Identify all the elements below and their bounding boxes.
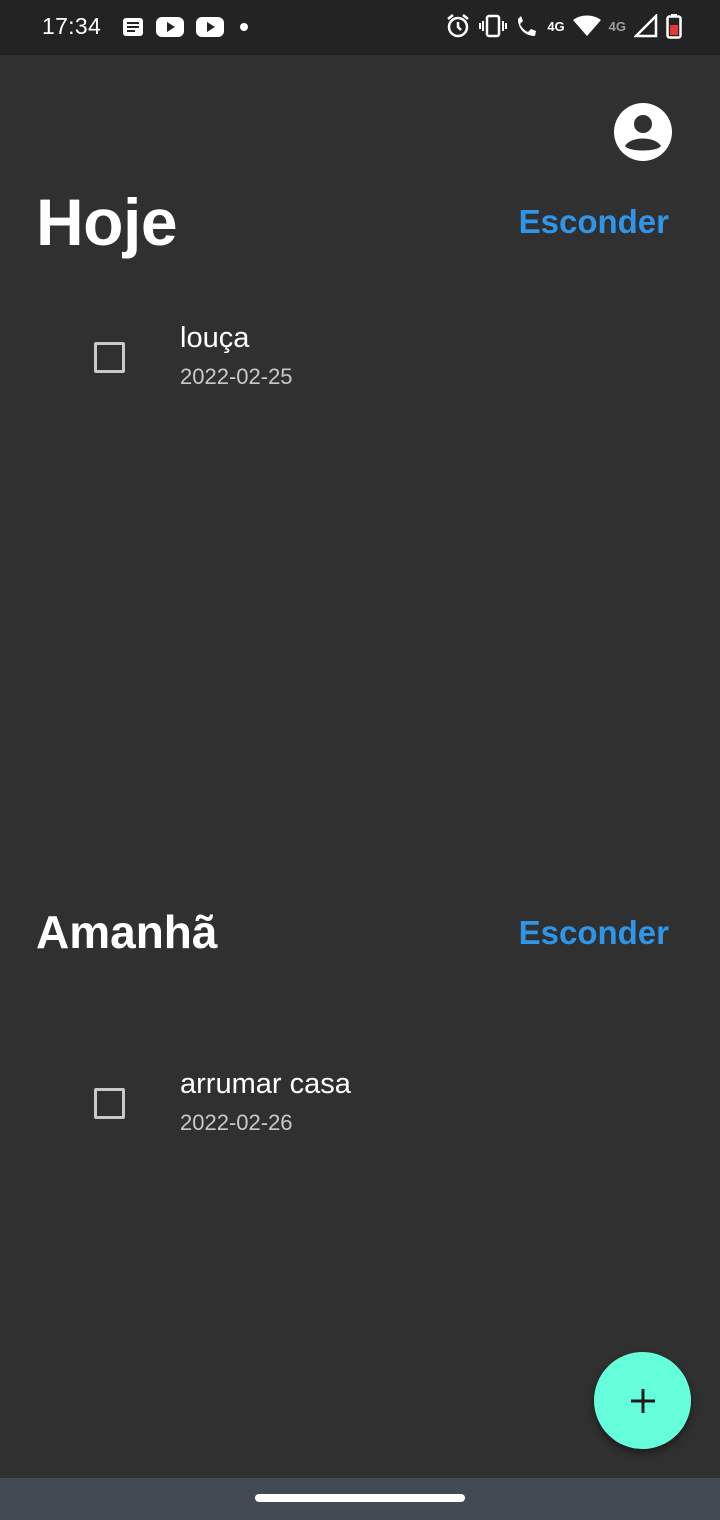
task-checkbox[interactable]	[94, 342, 125, 373]
hide-tomorrow-button[interactable]: Esconder	[519, 914, 669, 952]
system-icons: 4G 4G	[445, 13, 682, 39]
section-title-today: Hoje	[36, 185, 178, 259]
alarm-icon	[447, 14, 470, 38]
section-title-tomorrow: Amanhã	[36, 906, 218, 958]
wifi-icon	[572, 15, 601, 36]
notification-icons	[122, 16, 252, 38]
plus-icon	[630, 1388, 655, 1413]
task-title: arrumar casa	[180, 1068, 351, 1100]
task-item[interactable]: arrumar casa 2022-02-26	[80, 1064, 640, 1144]
task-date: 2022-02-25	[180, 364, 293, 389]
task-title: louça	[180, 322, 250, 354]
status-bar: 17:34 4G 4G	[0, 0, 720, 55]
status-time: 17:34	[42, 13, 102, 39]
profile-button[interactable]	[613, 102, 673, 162]
task-checkbox[interactable]	[94, 1088, 125, 1119]
hide-today-button[interactable]: Esconder	[519, 203, 669, 241]
task-date: 2022-02-26	[180, 1110, 293, 1135]
battery-icon	[666, 14, 682, 39]
signal-icon	[634, 14, 658, 38]
youtube-icon	[196, 17, 224, 37]
vibrate-icon	[479, 14, 508, 38]
network-type-label-secondary: 4G	[608, 18, 626, 34]
dot-icon	[240, 23, 248, 31]
network-type-label: 4G	[547, 18, 565, 34]
task-item[interactable]: louça 2022-02-25	[80, 318, 640, 398]
youtube-icon	[156, 17, 184, 37]
add-task-button[interactable]	[594, 1352, 691, 1449]
account-circle-icon	[614, 103, 672, 161]
navigation-bar	[0, 1478, 720, 1520]
news-icon	[123, 18, 143, 36]
home-gesture-handle[interactable]	[255, 1494, 465, 1502]
wifi-calling-icon	[518, 16, 537, 36]
